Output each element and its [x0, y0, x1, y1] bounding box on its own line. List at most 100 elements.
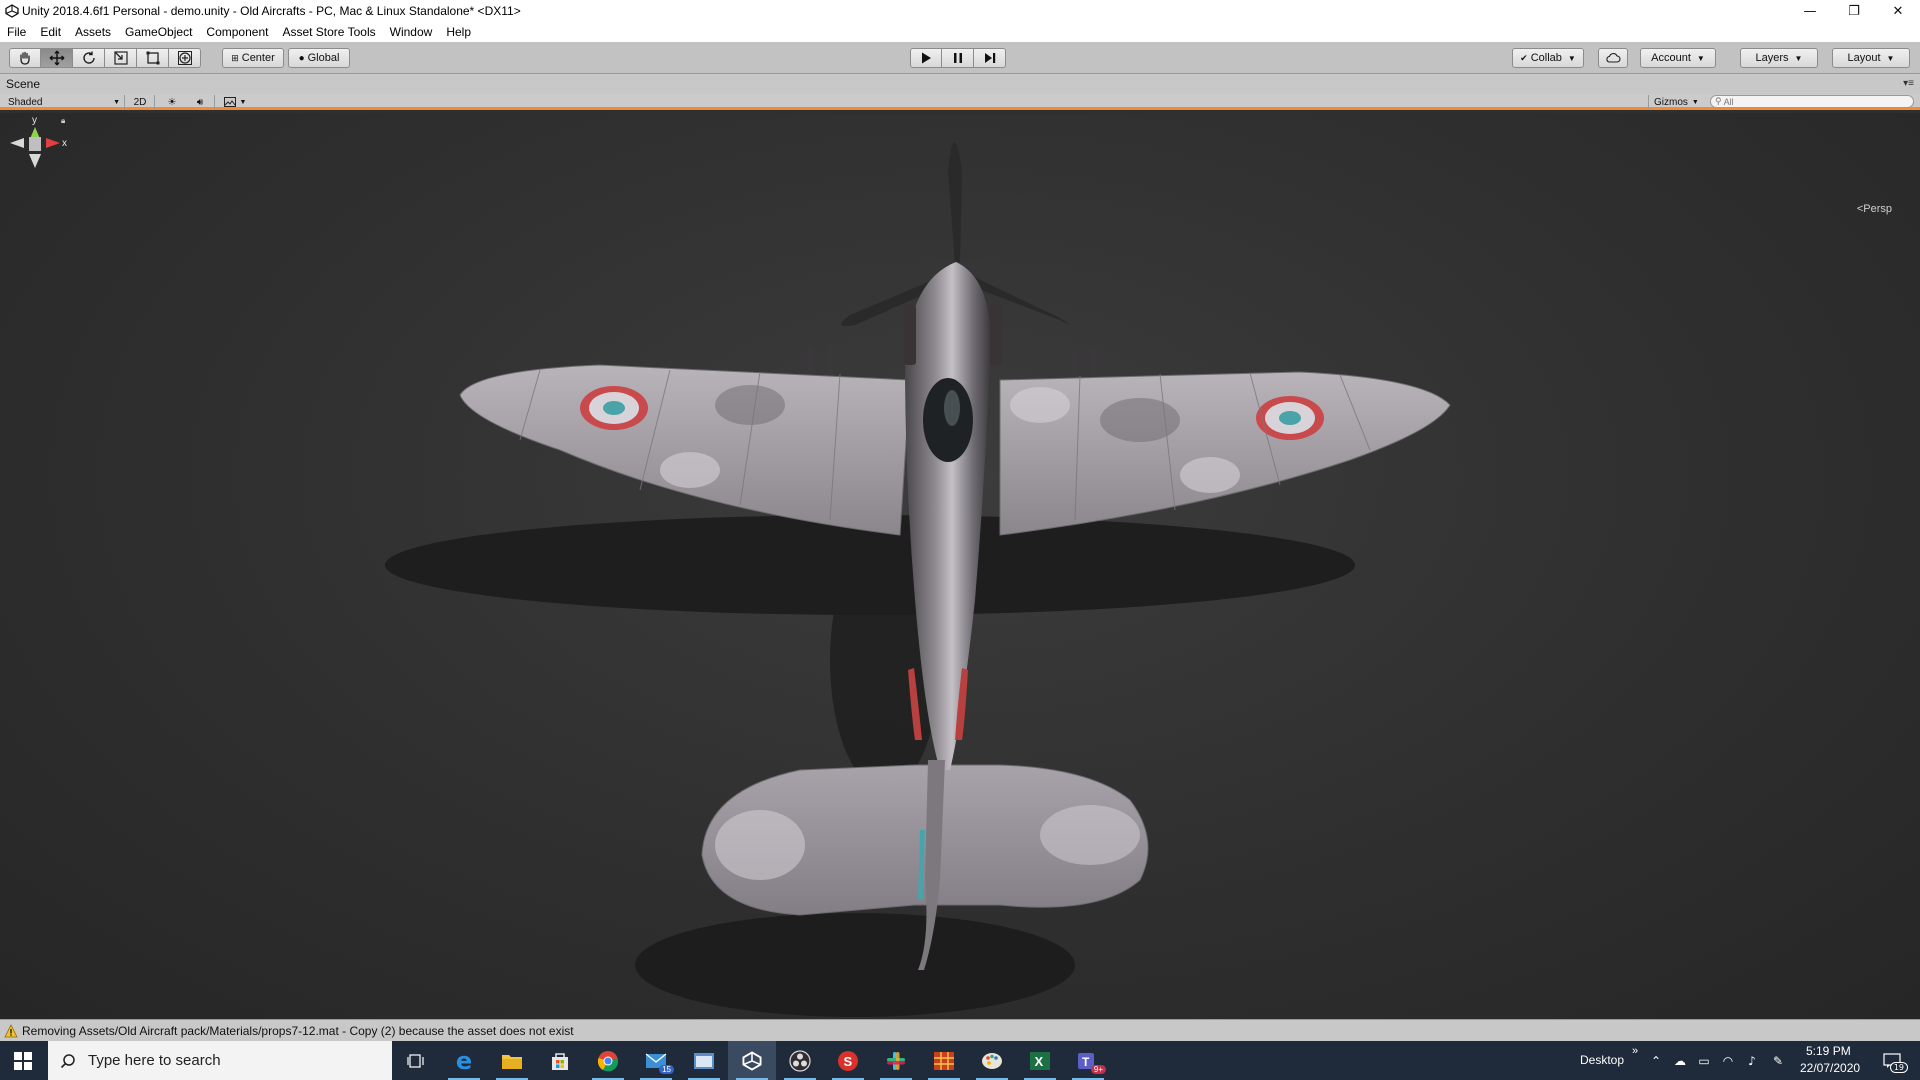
menu-edit[interactable]: Edit [33, 25, 68, 39]
restore-button[interactable]: ❐ [1832, 0, 1876, 22]
menu-asset-store-tools[interactable]: Asset Store Tools [275, 25, 382, 39]
divider [124, 95, 125, 109]
taskbar-app-chrome[interactable] [584, 1041, 632, 1080]
taskbar-app-excel[interactable]: X [1016, 1041, 1064, 1080]
camo-patch [1180, 457, 1240, 493]
taskbar-search-box[interactable]: Type here to search [48, 1041, 392, 1080]
gizmo-neg-y-cone [29, 154, 41, 168]
persp-text: Persp [1863, 203, 1892, 215]
scene-search-input[interactable]: ⚲ All [1710, 95, 1914, 108]
effects-dropdown[interactable]: ▼ [220, 95, 250, 109]
menu-help[interactable]: Help [439, 25, 478, 39]
onedrive-icon[interactable]: ☁ [1672, 1053, 1688, 1069]
pause-button[interactable] [942, 48, 974, 68]
battery-icon[interactable]: ▭ [1696, 1053, 1712, 1069]
playback-controls [910, 48, 1006, 68]
play-button[interactable] [910, 48, 942, 68]
rotate-tool-button[interactable] [73, 48, 105, 68]
pause-icon [953, 53, 962, 63]
hand-icon [20, 51, 30, 65]
toggle-2d-button[interactable]: 2D [130, 95, 150, 109]
transform-tool-button[interactable] [169, 48, 201, 68]
menu-bar: File Edit Assets GameObject Component As… [0, 22, 1920, 42]
layout-dropdown[interactable]: Layout ▼ [1832, 48, 1910, 68]
start-button[interactable] [0, 1041, 46, 1080]
clock-time[interactable]: 5:19 PM [1806, 1044, 1851, 1058]
wing-gun [828, 345, 833, 375]
gizmo-x-cone [46, 138, 60, 148]
taskbar-app-s[interactable]: S [824, 1041, 872, 1080]
notification-center-button[interactable]: 19 [1880, 1053, 1908, 1073]
grid-app-icon [934, 1051, 954, 1070]
shading-mode-dropdown[interactable]: Shaded ▼ [8, 95, 120, 109]
collab-dropdown[interactable]: ✔ Collab ▼ [1512, 48, 1584, 68]
folder-icon [502, 1054, 522, 1069]
menu-gameobject[interactable]: GameObject [118, 25, 199, 39]
move-tool-button[interactable] [41, 48, 73, 68]
camo-patch [715, 385, 785, 425]
task-view-button[interactable] [392, 1041, 440, 1080]
left-wing [459, 364, 911, 536]
console-status-bar[interactable]: Removing Assets/Old Aircraft pack/Materi… [0, 1019, 1920, 1041]
menu-component[interactable]: Component [199, 25, 275, 39]
taskbar-app-slack[interactable] [872, 1041, 920, 1080]
chevron-down-icon: ▼ [113, 98, 120, 106]
account-dropdown[interactable]: Account ▼ [1640, 48, 1716, 68]
windows-taskbar: Type here to search e 15 S X T 9+ Deskto… [0, 1041, 1920, 1080]
desktop-toolbar-label[interactable]: Desktop [1580, 1053, 1624, 1067]
expand-toolbar-icon[interactable]: » [1632, 1045, 1638, 1057]
projection-label[interactable]: <Persp [1857, 203, 1892, 215]
step-button[interactable] [974, 48, 1006, 68]
aircraft-render [385, 142, 1451, 1017]
minimize-button[interactable]: — [1788, 0, 1832, 22]
chevron-down-icon: ▼ [239, 98, 247, 106]
windows-logo-icon [14, 1051, 32, 1070]
layers-dropdown[interactable]: Layers ▼ [1740, 48, 1818, 68]
menu-assets[interactable]: Assets [68, 25, 118, 39]
propeller-blade [948, 142, 962, 265]
menu-window[interactable]: Window [383, 25, 440, 39]
taskbar-app-teams[interactable]: T 9+ [1064, 1041, 1112, 1080]
menu-file[interactable]: File [0, 25, 33, 39]
taskbar-app-store[interactable] [536, 1041, 584, 1080]
scene-viewport[interactable]: y x 🔒︎ <Persp [0, 113, 1920, 1019]
layout-label: Layout [1847, 52, 1881, 64]
chevron-down-icon: ▼ [1691, 98, 1699, 106]
taskbar-app-grid[interactable] [920, 1041, 968, 1080]
chevron-up-icon[interactable]: ⌃ [1648, 1053, 1664, 1069]
taskbar-app-obs[interactable] [776, 1041, 824, 1080]
rect-tool-button[interactable] [137, 48, 169, 68]
taskbar-app-window[interactable] [680, 1041, 728, 1080]
audio-toggle[interactable]: 🔊︎ [190, 95, 210, 109]
check-icon: ✔ [1520, 52, 1528, 63]
chevron-down-icon: ▼ [1794, 53, 1803, 63]
taskbar-app-edge[interactable]: e [440, 1041, 488, 1080]
tab-scene[interactable]: Scene [6, 77, 40, 91]
gizmos-dropdown[interactable]: Gizmos ▼ [1654, 95, 1704, 109]
taskbar-app-file-explorer[interactable] [488, 1041, 536, 1080]
pivot-center-button[interactable]: ⊞ Center [222, 48, 284, 68]
volume-icon[interactable]: ♪ [1744, 1053, 1760, 1069]
taskbar-app-paint[interactable] [968, 1041, 1016, 1080]
gizmo-center-cube [29, 137, 41, 151]
wifi-icon[interactable]: ◠ [1720, 1053, 1736, 1069]
lighting-toggle[interactable]: ☀ [162, 95, 182, 109]
chrome-icon [597, 1050, 619, 1071]
main-toolbar: ⊞ Center ● Global ✔ Collab ▼ Account ▼ L… [0, 42, 1920, 74]
cloud-button[interactable] [1598, 48, 1628, 68]
orientation-gizmo[interactable]: y x 🔒︎ [0, 113, 70, 213]
pen-icon[interactable]: ✎ [1770, 1053, 1786, 1069]
taskbar-app-mail[interactable]: 15 [632, 1041, 680, 1080]
mail-badge: 15 [659, 1065, 674, 1074]
taskbar-app-unity[interactable] [728, 1041, 776, 1080]
unity-logo-icon [4, 3, 20, 19]
unity-icon [742, 1050, 762, 1071]
close-button[interactable]: ✕ [1876, 0, 1920, 22]
space-global-button[interactable]: ● Global [288, 48, 350, 68]
scale-tool-button[interactable] [105, 48, 137, 68]
sun-icon: ☀ [167, 96, 177, 108]
collab-label: Collab [1530, 52, 1562, 64]
clock-date[interactable]: 22/07/2020 [1800, 1061, 1860, 1075]
hand-tool-button[interactable] [9, 48, 41, 68]
tab-menu-icon[interactable]: ▾≡ [1903, 78, 1914, 89]
